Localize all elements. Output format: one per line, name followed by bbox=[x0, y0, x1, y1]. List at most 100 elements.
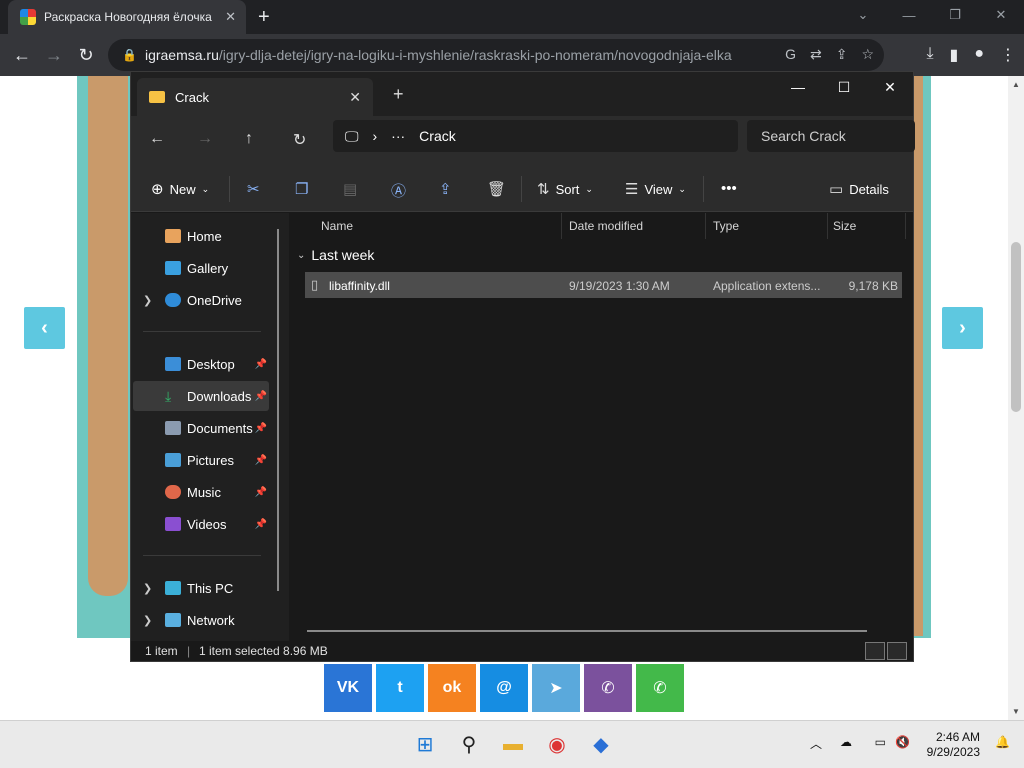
network-tray-icon[interactable]: ▭ bbox=[875, 735, 886, 749]
column-header-name[interactable]: Name bbox=[321, 219, 353, 233]
forward-arrow-icon[interactable]: → bbox=[197, 130, 213, 148]
pin-icon[interactable]: 📌 bbox=[255, 519, 267, 530]
chrome-icon[interactable]: ◉ bbox=[544, 731, 570, 757]
sidebar-item-pictures[interactable]: Pictures 📌 bbox=[133, 445, 269, 475]
more-options-button[interactable]: ••• bbox=[721, 180, 737, 197]
profile-icon[interactable]: ● bbox=[974, 45, 984, 65]
expand-chevron-icon[interactable]: ❯ bbox=[143, 294, 152, 307]
notification-bell-icon[interactable]: 🔔 bbox=[995, 735, 1010, 749]
pin-icon[interactable]: 📌 bbox=[255, 391, 267, 402]
new-button[interactable]: ⊕ New ⌄ bbox=[151, 180, 209, 198]
up-arrow-icon[interactable]: ↑ bbox=[245, 130, 253, 148]
prev-game-button[interactable]: ‹ bbox=[24, 307, 65, 349]
restore-button[interactable]: ❐ bbox=[932, 0, 978, 30]
tray-chevron-icon[interactable]: ︿ bbox=[810, 735, 822, 752]
vk-share-button[interactable]: VK bbox=[324, 664, 372, 712]
new-tab-button[interactable]: + bbox=[258, 6, 270, 29]
twitter-share-button[interactable]: t bbox=[376, 664, 424, 712]
sidebar-item-documents[interactable]: Documents 📌 bbox=[133, 413, 269, 443]
sidebar-item-network[interactable]: ❯ Network bbox=[133, 605, 269, 635]
delete-button[interactable]: 🗑 bbox=[487, 180, 506, 198]
share-button[interactable]: ⇪ bbox=[439, 180, 452, 198]
breadcrumb-more[interactable]: ··· bbox=[391, 128, 405, 144]
pin-icon[interactable]: 📌 bbox=[255, 455, 267, 466]
maximize-button[interactable]: ☐ bbox=[821, 72, 867, 102]
column-header-type[interactable]: Type bbox=[713, 219, 739, 233]
sidebar-item-onedrive[interactable]: ❯ OneDrive bbox=[133, 285, 269, 315]
sidebar-item-music[interactable]: Music 📌 bbox=[133, 477, 269, 507]
view-button[interactable]: ☰ View ⌄ bbox=[625, 180, 686, 198]
sidebar-item-downloads[interactable]: ⤓ Downloads 📌 bbox=[133, 381, 269, 411]
group-header[interactable]: ⌄ Last week bbox=[297, 247, 374, 263]
odnoklassniki-share-button[interactable]: ok bbox=[428, 664, 476, 712]
download-icon[interactable]: ⤓ bbox=[926, 45, 933, 65]
lock-icon[interactable]: 🔒 bbox=[122, 48, 137, 62]
expand-chevron-icon[interactable]: ❯ bbox=[143, 582, 152, 595]
details-view-button[interactable] bbox=[865, 642, 885, 660]
reload-icon[interactable]: ↻ bbox=[70, 45, 102, 66]
translate-icon[interactable]: ⇄ bbox=[810, 46, 822, 63]
onedrive-tray-icon[interactable]: ☁ bbox=[840, 735, 852, 749]
collapse-chevron-icon[interactable]: ⌄ bbox=[297, 250, 305, 261]
close-tab-icon[interactable]: ✕ bbox=[349, 89, 361, 106]
column-header-date[interactable]: Date modified bbox=[569, 219, 643, 233]
new-tab-button[interactable]: + bbox=[393, 84, 404, 105]
paste-button[interactable]: ▤ bbox=[343, 180, 357, 198]
google-lens-icon[interactable]: G bbox=[785, 46, 796, 63]
moimir-share-button[interactable]: @ bbox=[480, 664, 528, 712]
system-clock[interactable]: 2:46 AM 9/29/2023 bbox=[927, 730, 980, 760]
this-pc-icon[interactable]: 🖵 bbox=[345, 128, 359, 145]
sort-button[interactable]: ⇅ Sort ⌄ bbox=[537, 180, 593, 198]
pin-icon[interactable]: 📌 bbox=[255, 359, 267, 370]
bookmark-star-icon[interactable]: ☆ bbox=[861, 46, 874, 63]
scroll-down-icon[interactable]: ▼ bbox=[1012, 707, 1020, 716]
minimize-button[interactable]: — bbox=[775, 72, 821, 102]
menu-kebab-icon[interactable]: ⋮ bbox=[1000, 45, 1016, 65]
breadcrumb-chevron-icon[interactable]: › bbox=[373, 128, 378, 144]
pin-icon[interactable]: 📌 bbox=[255, 487, 267, 498]
sidebar-item-this-pc[interactable]: ❯ This PC bbox=[133, 573, 269, 603]
back-arrow-icon[interactable]: ← bbox=[6, 45, 38, 66]
refresh-icon[interactable]: ↻ bbox=[293, 130, 306, 150]
app-shield-icon[interactable]: ◆ bbox=[588, 731, 614, 757]
explorer-tab[interactable]: Crack ✕ bbox=[137, 78, 373, 116]
pin-icon[interactable]: 📌 bbox=[255, 423, 267, 434]
volume-muted-icon[interactable]: 🔇 bbox=[895, 735, 910, 749]
windows-start-icon[interactable]: ⊞ bbox=[412, 731, 438, 757]
side-panel-icon[interactable]: ▮ bbox=[950, 45, 959, 65]
whatsapp-share-button[interactable]: ✆ bbox=[636, 664, 684, 712]
forward-arrow-icon[interactable]: → bbox=[38, 45, 70, 66]
next-game-button[interactable]: › bbox=[942, 307, 983, 349]
search-input[interactable]: Search Crack bbox=[747, 120, 915, 152]
back-arrow-icon[interactable]: ← bbox=[149, 130, 165, 148]
minimize-button[interactable]: — bbox=[886, 0, 932, 30]
scroll-thumb[interactable] bbox=[1011, 242, 1021, 412]
telegram-share-button[interactable]: ➤ bbox=[532, 664, 580, 712]
sidebar-item-videos[interactable]: Videos 📌 bbox=[133, 509, 269, 539]
file-explorer-icon[interactable]: ▬ bbox=[500, 731, 526, 757]
search-icon[interactable]: ⚲ bbox=[456, 731, 482, 757]
expand-chevron-icon[interactable]: ❯ bbox=[143, 614, 152, 627]
close-tab-icon[interactable]: ✕ bbox=[225, 9, 236, 25]
rename-button[interactable]: Ⓐ bbox=[391, 180, 406, 201]
page-scrollbar[interactable]: ▲ ▼ bbox=[1008, 76, 1024, 720]
details-button[interactable]: ▭ Details bbox=[829, 180, 889, 198]
column-header-size[interactable]: Size bbox=[833, 219, 856, 233]
address-bar[interactable]: 🔒 igraemsa.ru /igry-dlja-detej/igry-na-l… bbox=[108, 39, 884, 71]
file-row[interactable]: ▯ libaffinity.dll 9/19/2023 1:30 AM Appl… bbox=[305, 272, 902, 298]
viber-share-button[interactable]: ✆ bbox=[584, 664, 632, 712]
nav-scrollbar[interactable] bbox=[277, 229, 279, 591]
horizontal-scrollbar[interactable] bbox=[307, 630, 867, 632]
close-window-button[interactable]: ✕ bbox=[978, 0, 1024, 30]
breadcrumb[interactable]: 🖵 › ··· Crack bbox=[333, 120, 738, 152]
sidebar-item-gallery[interactable]: Gallery bbox=[133, 253, 269, 283]
sidebar-item-home[interactable]: Home bbox=[133, 221, 269, 251]
browser-tab[interactable]: Раскраска Новогодняя ёлочка ✕ bbox=[8, 0, 246, 34]
close-window-button[interactable]: ✕ bbox=[867, 72, 913, 102]
sidebar-item-desktop[interactable]: Desktop 📌 bbox=[133, 349, 269, 379]
tiles-view-button[interactable] bbox=[887, 642, 907, 660]
share-icon[interactable]: ⇪ bbox=[836, 46, 848, 63]
cut-button[interactable]: ✂ bbox=[247, 180, 260, 198]
copy-button[interactable]: ❐ bbox=[295, 180, 308, 198]
scroll-up-icon[interactable]: ▲ bbox=[1012, 80, 1020, 89]
